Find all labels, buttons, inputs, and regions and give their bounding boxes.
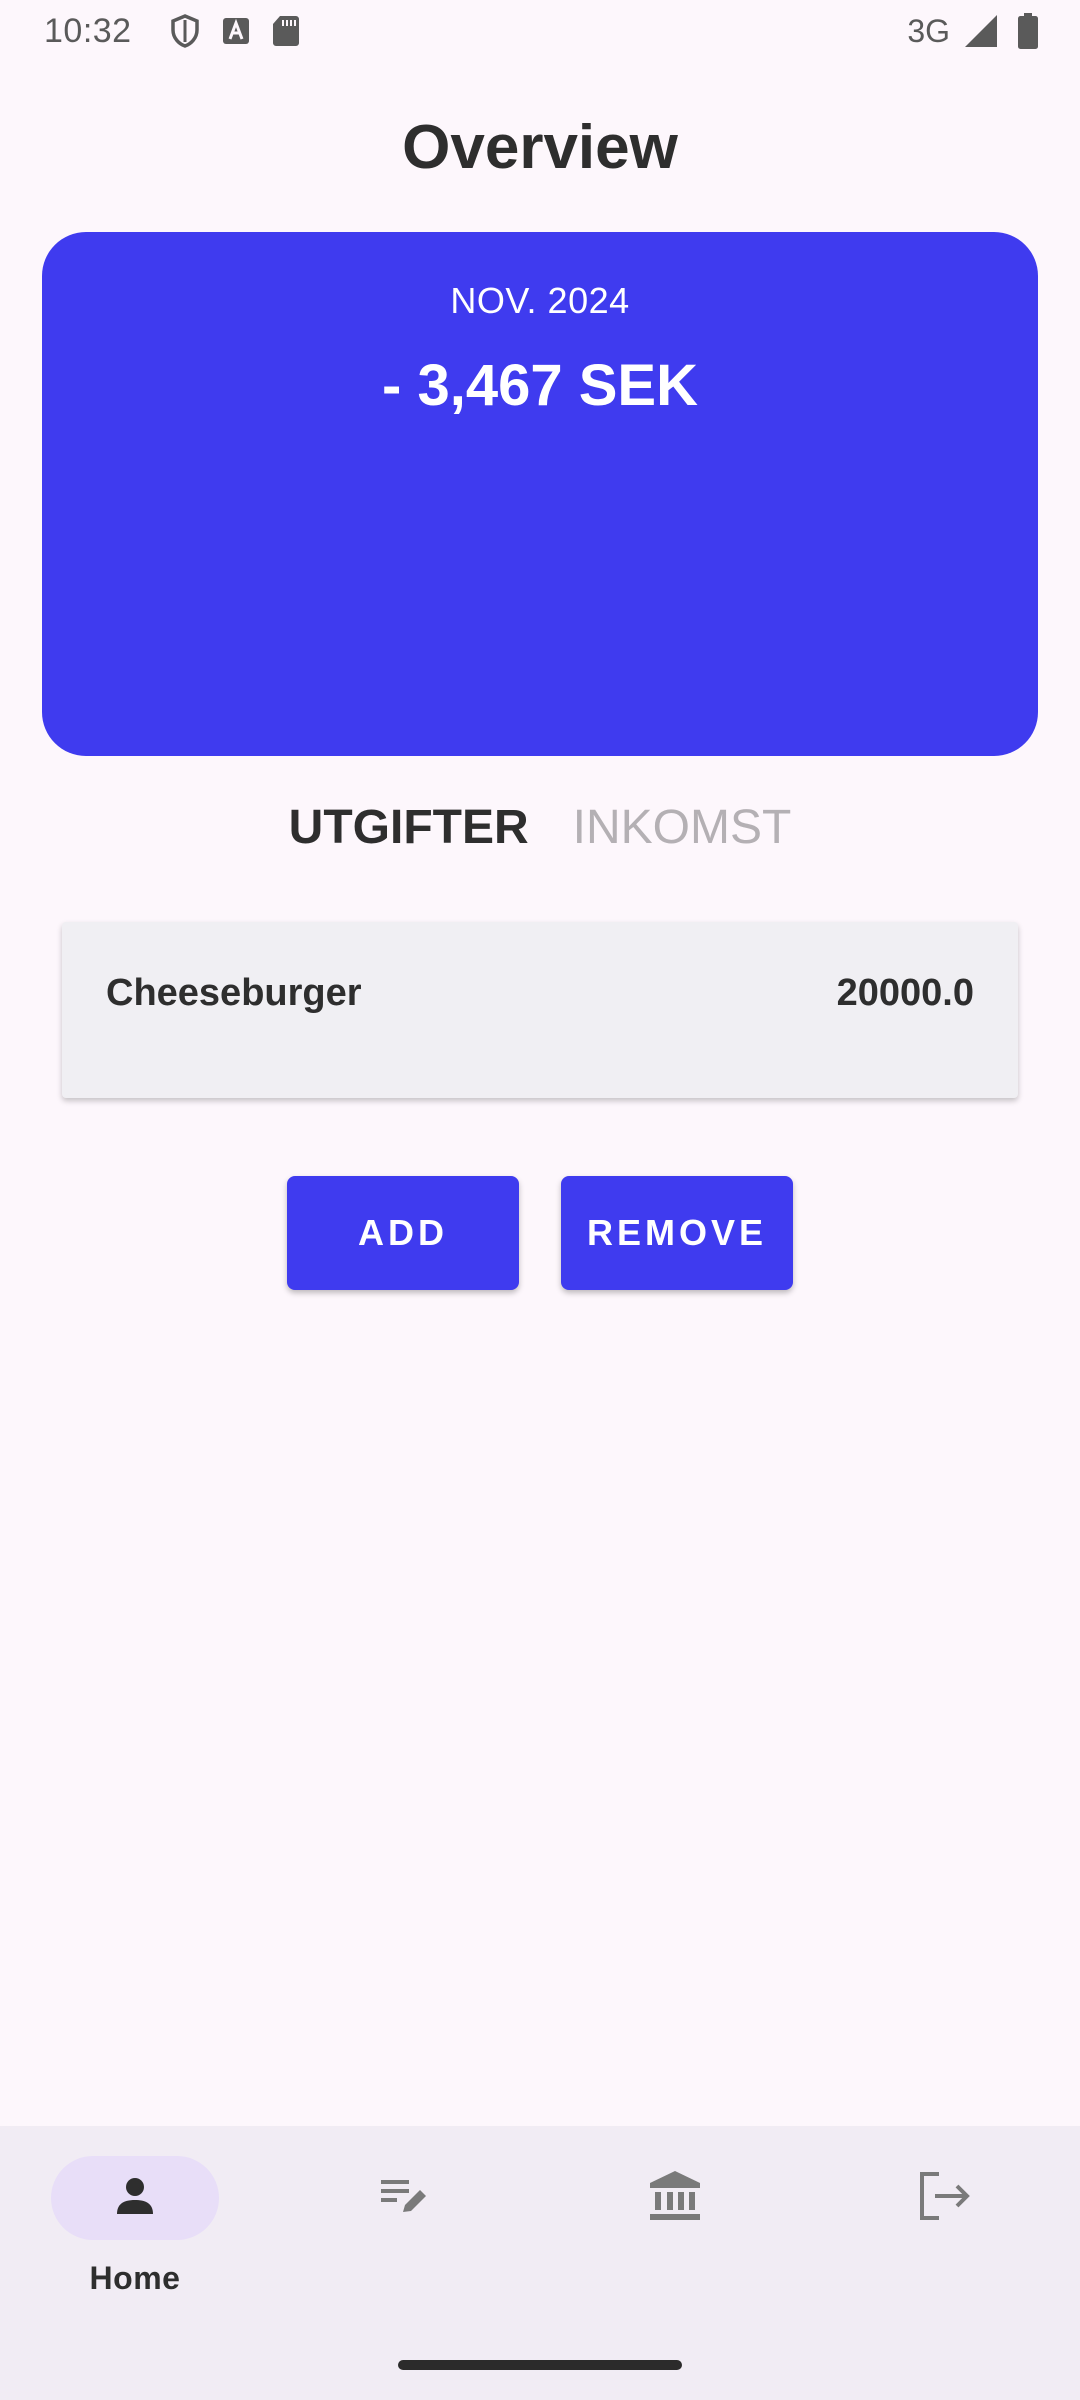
nav-item-bank[interactable] [540,2156,810,2316]
nav-active-indicator [51,2156,219,2240]
list-item[interactable]: Cheeseburger 20000.0 [62,922,1018,1098]
sd-card-icon [272,15,300,47]
status-left: 10:32 [44,12,300,51]
home-indicator[interactable] [398,2360,682,2370]
summary-card: NOV. 2024 - 3,467 SEK [42,232,1038,756]
battery-icon [1018,13,1038,49]
shield-icon [170,14,200,48]
page-title: Overview [402,113,678,182]
action-buttons: ADD REMOVE [0,1176,1080,1290]
entry-amount: 20000.0 [836,972,974,1014]
nav-pill [591,2156,759,2240]
nav-pill [321,2156,489,2240]
add-button[interactable]: ADD [287,1176,519,1290]
screen: 10:32 3G Overview NOV. 2024 - 3,467 SEK [0,0,1080,2400]
tab-bar: UTGIFTER INKOMST [0,800,1080,855]
nav-label-home: Home [89,2260,181,2296]
nav-pill [861,2156,1029,2240]
bottom-nav: Home [0,2126,1080,2400]
bank-icon [647,2168,703,2229]
status-right: 3G [907,13,1038,50]
remove-button[interactable]: REMOVE [561,1176,793,1290]
person-icon [113,2174,157,2223]
summary-month: NOV. 2024 [450,280,630,321]
summary-total: - 3,467 SEK [382,353,698,418]
tab-utgifter[interactable]: UTGIFTER [289,800,529,855]
network-type: 3G [907,12,950,49]
font-a-icon [222,17,250,45]
nav-item-logout[interactable] [810,2156,1080,2316]
tab-inkomst[interactable]: INKOMST [573,800,792,855]
entry-name: Cheeseburger [106,972,362,1014]
status-time: 10:32 [44,11,132,50]
signal-icon [964,14,998,48]
nav-item-home[interactable]: Home [0,2156,270,2316]
logout-icon [917,2171,973,2226]
status-bar: 10:32 3G [0,0,1080,62]
nav-item-edit[interactable] [270,2156,540,2316]
edit-list-icon [379,2174,431,2223]
